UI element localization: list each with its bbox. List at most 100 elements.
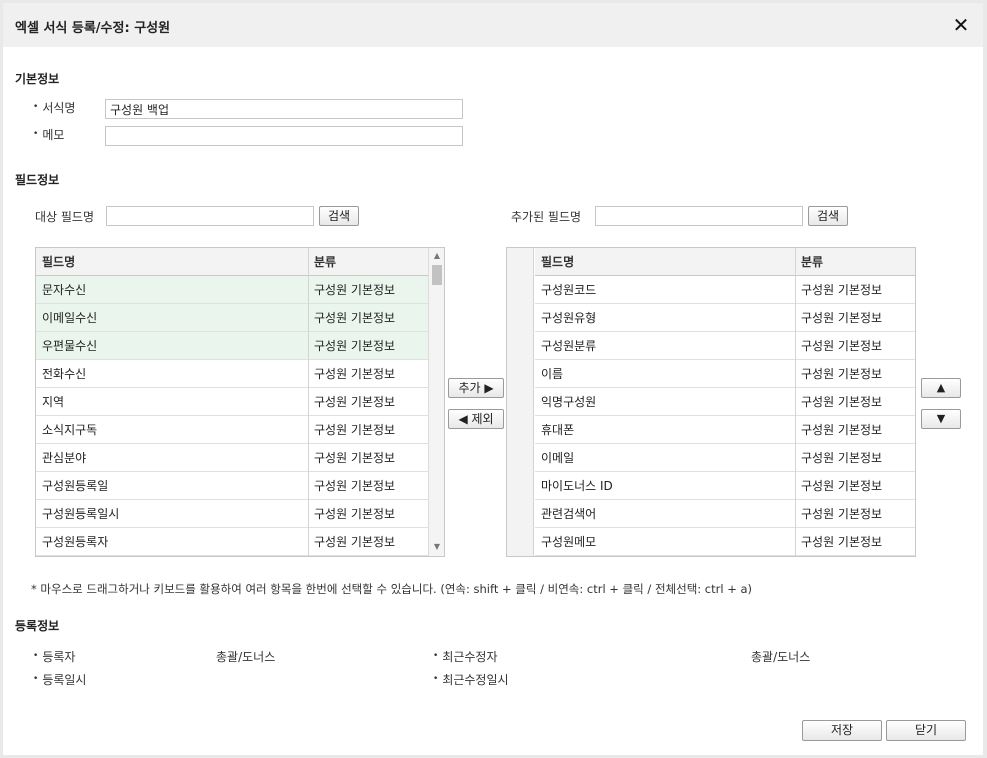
table-row[interactable]: 이름 구성원 기본정보	[535, 360, 915, 388]
dialog-titlebar: 엑셀 서식 등록/수정: 구성원 ✕	[3, 3, 983, 47]
table-row[interactable]: 마이도너스 ID 구성원 기본정보	[535, 472, 915, 500]
category-cell: 구성원 기본정보	[314, 479, 396, 493]
category-cell: 구성원 기본정보	[801, 395, 883, 409]
table-row[interactable]: 관련검색어 구성원 기본정보	[535, 500, 915, 528]
category-cell: 구성원 기본정보	[801, 479, 883, 493]
added-field-search-input[interactable]	[595, 206, 803, 226]
column-header-category[interactable]: 분류	[795, 248, 915, 276]
registration-info-title: 등록정보	[15, 619, 60, 633]
category-cell: 구성원 기본정보	[314, 451, 396, 465]
field-name-cell: 이메일	[541, 451, 575, 465]
table-row[interactable]: 이메일수신 구성원 기본정보	[36, 304, 428, 332]
table-row[interactable]: 익명구성원 구성원 기본정보	[535, 388, 915, 416]
save-button[interactable]: 저장	[802, 720, 882, 741]
table-row[interactable]: 구성원유형 구성원 기본정보	[535, 304, 915, 332]
category-cell: 구성원 기본정보	[314, 283, 396, 297]
field-name-cell: 관련검색어	[541, 507, 597, 521]
category-cell: 구성원 기본정보	[801, 451, 883, 465]
table-row[interactable]: 구성원등록자 구성원 기본정보	[36, 528, 428, 556]
category-cell: 구성원 기본정보	[314, 535, 396, 549]
format-name-input[interactable]	[105, 99, 463, 119]
category-cell: 구성원 기본정보	[314, 339, 396, 353]
last-modified-at-label: 최근수정일시	[433, 671, 508, 688]
category-cell: 구성원 기본정보	[801, 339, 883, 353]
table-row[interactable]: 전화수신 구성원 기본정보	[36, 360, 428, 388]
category-cell: 구성원 기본정보	[801, 283, 883, 297]
table-row[interactable]: 구성원메모 구성원 기본정보	[535, 528, 915, 556]
dialog-title: 엑셀 서식 등록/수정: 구성원	[15, 21, 171, 36]
table-row[interactable]: 우편물수신 구성원 기본정보	[36, 332, 428, 360]
table-row[interactable]: 구성원코드 구성원 기본정보	[535, 276, 915, 304]
column-header-field-name[interactable]: 필드명	[36, 248, 308, 276]
registered-at-label: 등록일시	[33, 671, 86, 688]
field-name-cell: 구성원메모	[541, 535, 597, 549]
field-name-cell: 마이도너스 ID	[541, 479, 613, 493]
category-cell: 구성원 기본정보	[314, 423, 396, 437]
move-up-button[interactable]: ▲	[921, 378, 961, 398]
table-row[interactable]: 지역 구성원 기본정보	[36, 388, 428, 416]
registrant-label: 등록자	[33, 648, 75, 665]
added-fields-grid[interactable]: 필드명 분류 구성원코드 구성원 기본정보 구성원유형 구성원 기본정보 구성원분류 구성…	[506, 247, 916, 557]
category-cell: 구성원 기본정보	[801, 311, 883, 325]
field-name-cell: 구성원유형	[541, 311, 597, 325]
category-cell: 구성원 기본정보	[801, 367, 883, 381]
category-cell: 구성원 기본정보	[314, 367, 396, 381]
move-down-button[interactable]: ▼	[921, 409, 961, 429]
column-divider	[308, 248, 309, 556]
target-fields-grid[interactable]: 필드명 분류 문자수신 구성원 기본정보 이메일수신 구성원 기본정보 우편물수신 구성원…	[35, 247, 445, 557]
field-name-cell: 관심분야	[42, 451, 87, 465]
scrollbar-thumb[interactable]	[432, 265, 442, 285]
grid-header: 필드명 분류	[535, 248, 915, 276]
category-cell: 구성원 기본정보	[314, 395, 396, 409]
basic-info-title: 기본정보	[15, 72, 60, 86]
arrow-down-icon: ▼	[936, 412, 946, 425]
field-name-cell: 구성원분류	[541, 339, 597, 353]
table-row[interactable]: 휴대폰 구성원 기본정보	[535, 416, 915, 444]
vertical-scrollbar[interactable]: ▲ ▼	[428, 248, 444, 556]
field-name-cell: 구성원등록일	[42, 479, 109, 493]
table-row[interactable]: 문자수신 구성원 기본정보	[36, 276, 428, 304]
table-row[interactable]: 소식지구독 구성원 기본정보	[36, 416, 428, 444]
added-search-button[interactable]: 검색	[808, 206, 848, 226]
format-name-label: 서식명	[33, 99, 75, 116]
column-header-field-name[interactable]: 필드명	[535, 248, 795, 276]
scroll-down-arrow-icon[interactable]: ▼	[429, 542, 444, 551]
field-name-cell: 지역	[42, 395, 65, 409]
registrant-value: 총괄/도너스	[216, 650, 276, 664]
field-name-cell: 구성원등록일시	[42, 507, 120, 521]
table-row[interactable]: 관심분야 구성원 기본정보	[36, 444, 428, 472]
arrow-up-icon: ▲	[936, 381, 946, 394]
table-row[interactable]: 구성원등록일 구성원 기본정보	[36, 472, 428, 500]
memo-label: 메모	[33, 126, 64, 143]
grid-header: 필드명 분류	[36, 248, 428, 276]
memo-input[interactable]	[105, 126, 463, 146]
excel-format-dialog: 엑셀 서식 등록/수정: 구성원 ✕ 기본정보 서식명 메모 필드정보 대상 필…	[3, 3, 983, 755]
field-name-cell: 전화수신	[42, 367, 87, 381]
table-row[interactable]: 구성원분류 구성원 기본정보	[535, 332, 915, 360]
column-divider	[795, 248, 796, 556]
row-header-column	[507, 248, 534, 556]
last-modifier-value: 총괄/도너스	[751, 650, 811, 664]
field-name-cell: 이메일수신	[42, 311, 98, 325]
field-name-cell: 구성원코드	[541, 283, 597, 297]
table-row[interactable]: 이메일 구성원 기본정보	[535, 444, 915, 472]
close-button[interactable]: 닫기	[886, 720, 966, 741]
column-header-category[interactable]: 분류	[308, 248, 428, 276]
last-modifier-label: 최근수정자	[433, 648, 497, 665]
remove-field-button[interactable]: ◀ 제외	[448, 409, 504, 429]
table-row[interactable]: 구성원등록일시 구성원 기본정보	[36, 500, 428, 528]
category-cell: 구성원 기본정보	[314, 311, 396, 325]
category-cell: 구성원 기본정보	[801, 423, 883, 437]
add-field-button[interactable]: 추가 ▶	[448, 378, 504, 398]
field-name-cell: 소식지구독	[42, 423, 98, 437]
close-icon[interactable]: ✕	[949, 13, 973, 37]
target-field-search-input[interactable]	[106, 206, 314, 226]
category-cell: 구성원 기본정보	[801, 535, 883, 549]
field-name-cell: 우편물수신	[42, 339, 98, 353]
target-search-button[interactable]: 검색	[319, 206, 359, 226]
field-name-cell: 이름	[541, 367, 564, 381]
scroll-up-arrow-icon[interactable]: ▲	[429, 251, 444, 260]
added-field-label: 추가된 필드명	[511, 210, 582, 224]
category-cell: 구성원 기본정보	[314, 507, 396, 521]
selection-help-note: * 마우스로 드래그하거나 키보드를 활용하여 여러 항목을 한번에 선택할 수…	[31, 582, 753, 596]
